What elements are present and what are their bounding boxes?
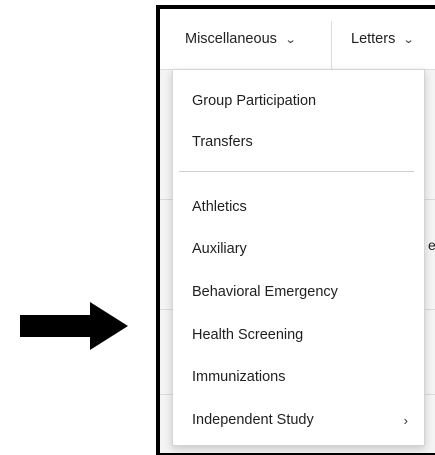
chevron-down-icon: ⌄ (284, 33, 297, 46)
menu-item-transfers[interactable]: Transfers (192, 127, 408, 157)
chevron-right-icon: › (403, 412, 408, 428)
chevron-down-icon: ⌄ (402, 33, 415, 46)
menu-item-independent-study[interactable]: Independent Study › (192, 405, 408, 435)
background-text-fragment: e (428, 237, 435, 253)
menu-item-immunizations[interactable]: Immunizations (192, 362, 408, 392)
menu-item-group-participation[interactable]: Group Participation (192, 86, 408, 116)
menu-item-label: Health Screening (192, 327, 304, 343)
menu-tab-label: Miscellaneous (185, 31, 277, 47)
screenshot-frame: e Miscellaneous ⌄ Letters ⌄ Group Partic… (156, 5, 435, 455)
menu-tab-letters[interactable]: Letters ⌄ (351, 9, 415, 69)
menu-separator (179, 171, 414, 172)
top-menu-bar: Miscellaneous ⌄ Letters ⌄ (160, 9, 435, 70)
menu-item-label: Transfers (192, 134, 253, 150)
menu-item-auxiliary[interactable]: Auxiliary (192, 234, 408, 264)
miscellaneous-dropdown-menu: Group Participation Transfers Athletics … (172, 69, 425, 446)
menu-item-health-screening[interactable]: Health Screening (192, 320, 408, 350)
menu-item-behavioral-emergency[interactable]: Behavioral Emergency (192, 277, 408, 307)
menu-item-label: Behavioral Emergency (192, 284, 338, 300)
app-window: e Miscellaneous ⌄ Letters ⌄ Group Partic… (160, 9, 435, 453)
menu-item-athletics[interactable]: Athletics (192, 192, 408, 222)
menu-item-label: Athletics (192, 199, 247, 215)
menu-item-label: Group Participation (192, 93, 317, 109)
menu-item-label: Immunizations (192, 369, 286, 385)
menu-tab-label: Letters (351, 31, 396, 47)
menu-item-label: Independent Study (192, 412, 314, 428)
right-arrow-icon (20, 302, 128, 350)
annotated-screenshot: e Miscellaneous ⌄ Letters ⌄ Group Partic… (0, 0, 435, 455)
menu-item-label: Auxiliary (192, 241, 247, 257)
menu-tab-divider (331, 21, 332, 69)
menu-tab-miscellaneous[interactable]: Miscellaneous ⌄ (185, 9, 297, 69)
